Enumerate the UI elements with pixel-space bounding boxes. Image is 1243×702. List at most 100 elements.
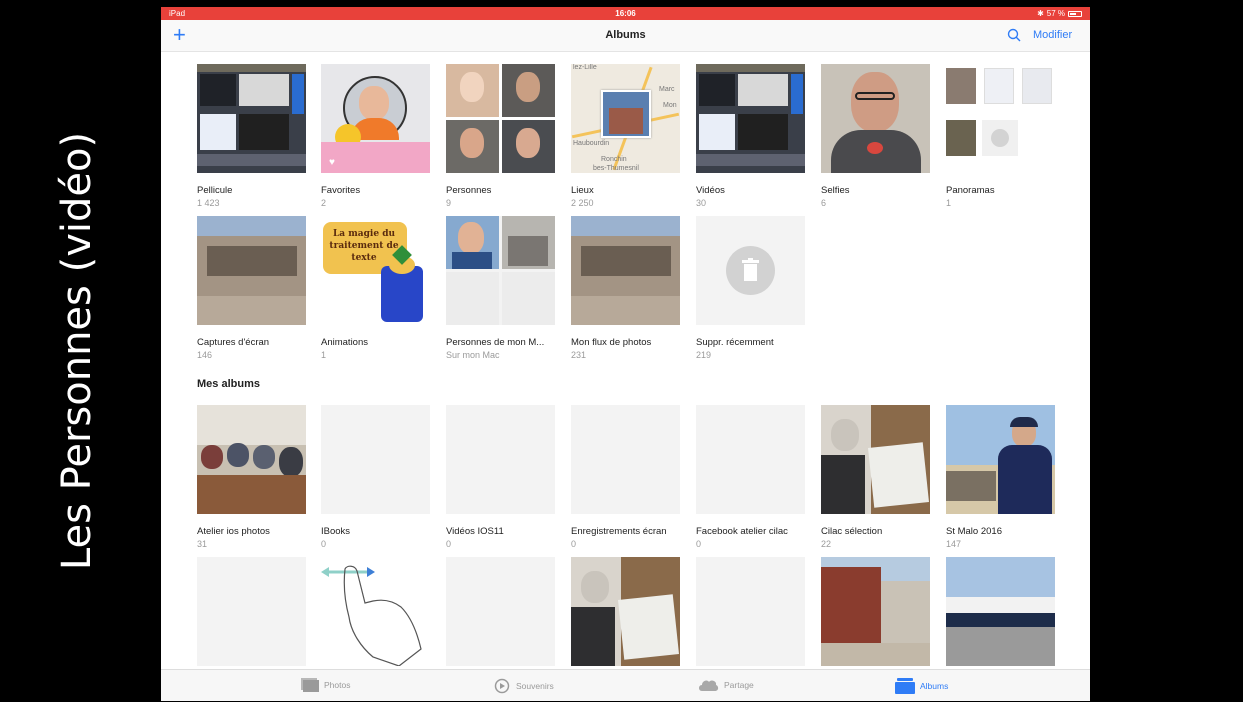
album-row2-2[interactable] xyxy=(321,557,430,666)
battery-icon xyxy=(1068,10,1082,17)
trash-icon xyxy=(742,258,759,281)
album-name: Cilac sélection xyxy=(821,526,883,537)
album-thumbnail xyxy=(446,557,555,666)
tab-souvenirs[interactable]: Souvenirs xyxy=(493,678,554,694)
album-count: 1 xyxy=(321,350,327,360)
tab-photos[interactable]: Photos xyxy=(301,678,350,692)
album-name: Personnes de mon M... xyxy=(446,337,545,348)
album-name: Pellicule xyxy=(197,185,233,196)
album-name: IBooks xyxy=(321,526,351,537)
map-label: lez-Lille xyxy=(573,64,597,71)
page-title: Albums xyxy=(605,29,646,41)
tab-label: Souvenirs xyxy=(516,681,554,691)
album-name: Vidéos xyxy=(696,185,725,196)
album-row2-6[interactable] xyxy=(821,557,930,666)
album-cilac-selection[interactable]: Cilac sélection 22 xyxy=(821,405,930,549)
album-count: Sur mon Mac xyxy=(446,350,500,360)
album-name: Selfies xyxy=(821,185,850,196)
status-time: 16:06 xyxy=(615,9,636,18)
bluetooth-icon: ✱ xyxy=(1037,9,1044,18)
album-favorites[interactable]: ♥ Favorites 2 xyxy=(321,64,430,208)
album-row2-4[interactable] xyxy=(571,557,680,666)
album-facebook[interactable]: Facebook atelier cilac 0 xyxy=(696,405,805,549)
album-captures[interactable]: Captures d'écran 146 xyxy=(197,216,306,360)
tab-partage[interactable]: Partage xyxy=(697,678,754,692)
album-count: 219 xyxy=(696,350,712,360)
album-thumbnail xyxy=(571,557,680,666)
album-thumbnail: ♥ xyxy=(321,64,430,173)
album-name: Enregistrements écran xyxy=(571,526,667,537)
album-thumbnail xyxy=(197,557,306,666)
album-thumbnail xyxy=(446,64,555,173)
album-thumbnail: La magie du traitement de texte xyxy=(321,216,430,325)
album-count: 1 xyxy=(946,198,952,208)
album-thumbnail xyxy=(321,557,430,666)
heart-icon: ♥ xyxy=(329,157,335,168)
album-count: 22 xyxy=(821,539,832,549)
album-thumbnail xyxy=(696,557,805,666)
album-name: Favorites xyxy=(321,185,361,196)
album-name: Animations xyxy=(321,337,368,348)
album-thumbnail xyxy=(696,64,805,173)
album-thumbnail xyxy=(197,405,306,514)
album-panoramas[interactable]: Panoramas 1 xyxy=(946,64,1055,208)
album-count: 0 xyxy=(571,539,577,549)
animation-text: La magie du traitement de texte xyxy=(329,229,399,263)
album-row2-7[interactable] xyxy=(946,557,1055,666)
album-name: Personnes xyxy=(446,185,492,196)
status-right: ✱ 57 % xyxy=(1037,9,1082,18)
album-name: St Malo 2016 xyxy=(946,526,1002,537)
album-thumbnail xyxy=(821,557,930,666)
album-row2-5[interactable] xyxy=(696,557,805,666)
album-count: 30 xyxy=(696,198,707,208)
tab-label: Photos xyxy=(324,680,351,690)
album-thumbnail xyxy=(821,405,930,514)
album-thumbnail xyxy=(696,405,805,514)
album-name: Panoramas xyxy=(946,185,995,196)
search-icon[interactable] xyxy=(1007,28,1021,42)
album-count: 1 423 xyxy=(197,198,220,208)
album-personnes-mac[interactable]: Personnes de mon M... Sur mon Mac xyxy=(446,216,555,360)
album-thumbnail xyxy=(571,216,680,325)
album-name: Atelier ios photos xyxy=(197,526,270,537)
album-count: 0 xyxy=(696,539,702,549)
album-lieux[interactable]: lez-Lille Marc Mon Haubourdin Ronchin be… xyxy=(571,64,680,208)
album-row2-1[interactable] xyxy=(197,557,306,666)
album-thumbnail xyxy=(321,405,430,514)
album-enregistrements[interactable]: Enregistrements écran 0 xyxy=(571,405,680,549)
album-thumbnail xyxy=(197,216,306,325)
album-flux[interactable]: Mon flux de photos 231 xyxy=(571,216,680,360)
map-label: Haubourdin xyxy=(573,140,610,147)
album-row2-3[interactable] xyxy=(446,557,555,666)
album-ibooks[interactable]: IBooks 0 xyxy=(321,405,430,549)
tab-albums[interactable]: Albums xyxy=(895,678,948,694)
album-st-malo[interactable]: St Malo 2016 147 xyxy=(946,405,1055,549)
album-count: 231 xyxy=(571,350,587,360)
map-label: Marc xyxy=(659,86,675,93)
album-selfies[interactable]: Selfies 6 xyxy=(821,64,930,208)
album-thumbnail xyxy=(446,216,555,325)
album-thumbnail xyxy=(696,216,805,325)
album-name: Captures d'écran xyxy=(197,337,270,348)
tab-label: Albums xyxy=(920,681,949,691)
album-videos-ios11[interactable]: Vidéos IOS11 0 xyxy=(446,405,555,549)
my-albums-title: Mes albums xyxy=(197,378,260,390)
album-count: 9 xyxy=(446,198,452,208)
album-name: Suppr. récemment xyxy=(696,337,774,348)
album-atelier-ios[interactable]: Atelier ios photos 31 xyxy=(197,405,306,549)
album-name: Facebook atelier cilac xyxy=(696,526,788,537)
album-pellicule[interactable]: Pellicule 1 423 xyxy=(197,64,306,208)
album-recently-deleted[interactable]: Suppr. récemment 219 xyxy=(696,216,805,360)
album-name: Mon flux de photos xyxy=(571,337,652,348)
album-videos[interactable]: Vidéos 30 xyxy=(696,64,805,208)
album-name: Vidéos IOS11 xyxy=(446,526,504,537)
ipad-screen: iPad 16:06 ✱ 57 % + Albums Modifier Pell… xyxy=(161,7,1090,701)
album-thumbnail xyxy=(446,405,555,514)
side-title-text: Les Personnes (vidéo) xyxy=(54,131,101,571)
swipe-gesture-icon xyxy=(321,565,422,666)
edit-button[interactable]: Modifier xyxy=(1033,29,1072,41)
album-thumbnail xyxy=(946,64,1055,173)
album-personnes[interactable]: Personnes 9 xyxy=(446,64,555,208)
album-animations[interactable]: La magie du traitement de texte Animatio… xyxy=(321,216,430,360)
memories-icon xyxy=(494,678,510,694)
